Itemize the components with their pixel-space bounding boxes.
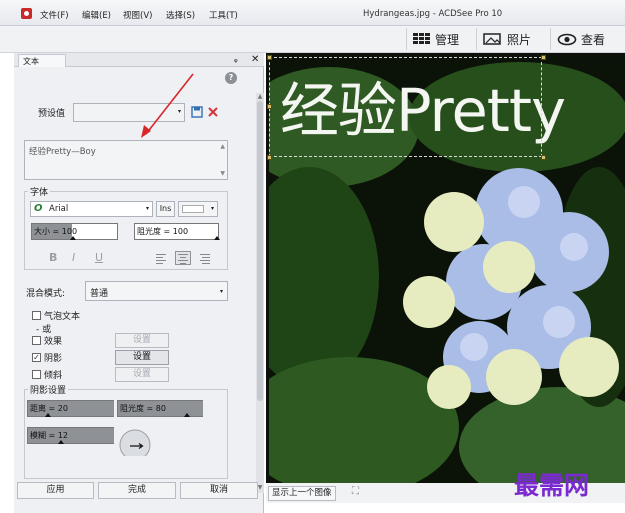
- pin-icon[interactable]: ᵩ: [234, 55, 238, 65]
- close-icon[interactable]: ✕: [251, 54, 259, 65]
- done-button[interactable]: 完成: [98, 482, 176, 499]
- opacity-slider[interactable]: 阻光度 = 100: [134, 223, 220, 240]
- effect-settings-button[interactable]: 设置: [115, 333, 169, 348]
- scroll-up-icon[interactable]: ▲: [256, 93, 264, 100]
- annotation-arrow: [141, 73, 194, 138]
- mode-bar: 管理 照片 查看: [0, 26, 625, 53]
- manage-mode-button[interactable]: 管理: [406, 28, 465, 50]
- photos-icon: [483, 32, 501, 45]
- ins-button[interactable]: Ins: [156, 201, 175, 217]
- distance-slider[interactable]: 距离 = 20: [27, 400, 114, 417]
- bubble-text-label: 气泡文本: [44, 312, 81, 322]
- panel-tab-bar: 文本 ᵩ ✕: [14, 53, 264, 67]
- scrollbar-thumb[interactable]: [257, 101, 263, 401]
- resize-handle[interactable]: [541, 55, 546, 60]
- align-right-icon[interactable]: [196, 252, 212, 266]
- text-input-value: 经验Pretty—Boy: [29, 147, 96, 157]
- apply-button[interactable]: 应用: [17, 482, 94, 499]
- delete-icon[interactable]: [207, 106, 219, 118]
- font-select[interactable]: O Arial ▾: [30, 201, 153, 217]
- chevron-down-icon: ▾: [210, 205, 214, 212]
- align-left-icon[interactable]: [154, 252, 170, 266]
- panel-scroll-area: 预设值 ▾ 经验Pretty—Boy ▲ ▼ 字体 O Arial ▾ Ins …: [14, 83, 256, 483]
- blur-slider-handle[interactable]: [58, 440, 64, 444]
- menu-tools[interactable]: 工具(T): [209, 9, 238, 21]
- blend-mode-select[interactable]: 普通 ▾: [85, 281, 228, 301]
- blur-slider[interactable]: 模糊 = 12: [27, 427, 114, 444]
- distance-slider-handle[interactable]: [45, 413, 51, 417]
- opacity-slider-text: 阻光度 = 100: [137, 227, 189, 236]
- eye-icon: [557, 33, 577, 45]
- shadow-opacity-slider[interactable]: 阻光度 = 80: [117, 400, 203, 417]
- image-canvas[interactable]: 经验Pretty: [266, 53, 625, 483]
- font-group-title: 字体: [28, 185, 51, 198]
- shadow-direction-dial[interactable]: [118, 428, 152, 456]
- chevron-down-icon: ▾: [145, 205, 149, 212]
- bold-button[interactable]: B: [49, 251, 57, 264]
- view-mode-button[interactable]: 查看: [550, 28, 611, 50]
- resize-handle[interactable]: [267, 55, 272, 60]
- shadow-checkbox[interactable]: ✓: [32, 353, 41, 362]
- scroll-down-icon[interactable]: ▼: [220, 170, 225, 177]
- italic-button[interactable]: I: [72, 251, 75, 264]
- shadow-label: 阴影: [44, 354, 63, 364]
- expand-icon[interactable]: ⛶: [352, 486, 359, 497]
- blend-mode-label: 混合模式:: [26, 289, 66, 299]
- tab-text[interactable]: 文本: [18, 54, 66, 67]
- shadow-opacity-slider-handle[interactable]: [184, 413, 190, 417]
- window-title: Hydrangeas.jpg - ACDSee Pro 10: [363, 9, 503, 19]
- app-icon[interactable]: [21, 8, 32, 19]
- view-label: 查看: [581, 32, 606, 47]
- scroll-up-icon[interactable]: ▲: [220, 143, 225, 150]
- effect-label: 效果: [44, 337, 63, 347]
- panel-scrollbar[interactable]: ▲ ▼: [256, 93, 264, 493]
- resize-handle[interactable]: [267, 104, 272, 109]
- resize-handle[interactable]: [267, 155, 272, 160]
- menu-file[interactable]: 文件(F): [40, 9, 69, 21]
- menu-edit[interactable]: 编辑(E): [82, 9, 111, 21]
- previous-image-button[interactable]: 显示上一个图像: [268, 486, 336, 501]
- text-selection-box[interactable]: [269, 57, 542, 157]
- title-bar: 文件(F) 编辑(E) 视图(V) 选择(S) 工具(T) Hydrangeas…: [0, 0, 625, 26]
- photos-label: 照片: [507, 32, 532, 47]
- resize-handle[interactable]: [541, 155, 546, 160]
- tilt-checkbox[interactable]: [32, 370, 41, 379]
- tilt-label: 倾斜: [44, 371, 63, 381]
- effect-checkbox[interactable]: [32, 336, 41, 345]
- menu-view[interactable]: 视图(V): [123, 9, 152, 21]
- size-slider-handle[interactable]: [70, 236, 76, 240]
- shadow-opacity-slider-text: 阻光度 = 80: [120, 404, 166, 413]
- align-center-icon[interactable]: [175, 251, 191, 265]
- watermark: 最需网: [514, 471, 590, 500]
- font-name: Arial: [49, 204, 69, 214]
- cancel-button[interactable]: 取消: [180, 482, 258, 499]
- shadow-settings-button[interactable]: 设置: [115, 350, 169, 365]
- opacity-slider-handle[interactable]: [214, 236, 220, 240]
- tilt-settings-button[interactable]: 设置: [115, 367, 169, 382]
- color-swatch: [182, 205, 204, 213]
- bubble-text-checkbox[interactable]: [32, 311, 41, 320]
- grid-icon: [413, 33, 431, 45]
- manage-label: 管理: [435, 32, 460, 47]
- menu-select[interactable]: 选择(S): [166, 9, 195, 21]
- photos-mode-button[interactable]: 照片: [476, 28, 537, 50]
- color-picker[interactable]: ▾: [178, 201, 218, 217]
- chevron-down-icon: ▾: [219, 288, 223, 295]
- font-type-icon: O: [34, 203, 43, 214]
- blend-mode-value: 普通: [90, 289, 109, 299]
- shadow-settings-title: 阴影设置: [28, 383, 69, 396]
- size-slider[interactable]: 大小 = 100: [31, 223, 118, 240]
- text-input[interactable]: 经验Pretty—Boy ▲ ▼: [24, 140, 228, 180]
- preset-label: 预设值: [38, 109, 66, 119]
- underline-button[interactable]: U: [95, 251, 103, 264]
